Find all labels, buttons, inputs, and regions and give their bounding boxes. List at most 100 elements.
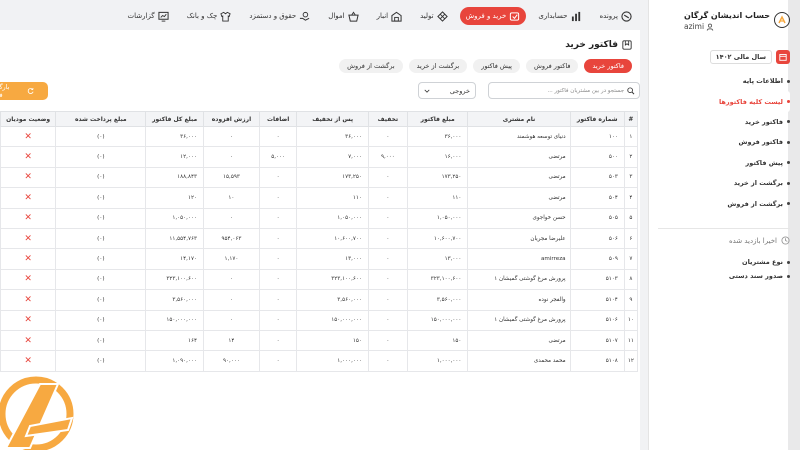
invoice-table-container[interactable]: # شماره فاکتور نام مشتری مبلغ فاکتور تخفیف پس… (0, 111, 638, 401)
table-row[interactable]: ۷ ۵۰۹ amirreza ۱۳,۰۰۰ ۰ ۱۳,۰۰۰ ۰ ۱,۱۷۰ ۱۴,۱۷۰ (۰)… (0, 248, 638, 270)
vat-cell: ۹۰,۰۰۰ (202, 350, 260, 372)
invoice-total-cell: ۳,۵۶۰,۰۰۰ (145, 289, 204, 311)
column-header[interactable]: پس از تخفیف (296, 111, 369, 127)
tab-proforma[interactable]: پیش فاکتور (473, 59, 520, 73)
invoice-number-cell: ۵۱۰۷ (569, 329, 625, 352)
sidebar-item[interactable]: پیش فاکتور (658, 153, 790, 173)
invoice-total-cell: ۳۲۳,۱۰۰,۶۰۰ (145, 268, 204, 291)
sidebar-item[interactable]: برگشت از خرید (658, 173, 790, 193)
table-row[interactable]: ۴ ۵۰۴ مرتضی ۱۱۰ ۰ ۱۱۰ ۰ ۱۰ ۱۲۰ (۰) ✕ (0, 187, 638, 209)
close-icon[interactable]: ✕ (24, 254, 32, 264)
column-header[interactable]: مبلغ کل فاکتور (145, 111, 204, 127)
paid-amount-cell: (۰) (55, 187, 147, 209)
invoice-number-cell: ۵۱۰۶ (569, 309, 625, 331)
sidebar-menu: اطلاعات پایه لیست کلیه فاکتورها فاکتور خری… (658, 71, 790, 214)
column-header[interactable]: وضعیت مودیان (0, 111, 57, 127)
reload-invoice-button[interactable]: بارگذاری فاکتور (0, 82, 48, 100)
close-icon[interactable]: ✕ (24, 234, 32, 244)
close-icon[interactable]: ✕ (24, 295, 32, 305)
nav-label: پرونده (599, 12, 618, 20)
additions-cell: ۰ (258, 289, 298, 311)
sidebar-item[interactable]: فاکتور فروش (658, 132, 790, 152)
row-index-cell: ۱۰ (623, 309, 638, 331)
sidebar-item[interactable]: اطلاعات پایه (658, 71, 790, 91)
nav-item-accounting[interactable]: حسابداری (532, 7, 587, 25)
column-header[interactable]: تخفیف (367, 111, 408, 127)
right-sidebar: حساب اندیشان گرگان azimi سال مالی ۱۴۰۲ ا… (648, 0, 800, 450)
close-icon[interactable]: ✕ (24, 274, 32, 284)
sidebar-item[interactable]: لیست کلیه فاکتورها (658, 91, 790, 112)
customer-name-cell: پرورش مرغ گوشتی گمیشان ۱ (467, 309, 571, 331)
tab-purchase-invoice[interactable]: فاکتور خرید (584, 59, 632, 73)
fiscal-year-selector[interactable]: سال مالی ۱۴۰۲ (709, 50, 790, 64)
taxpayer-status-cell: ✕ (0, 207, 57, 229)
invoice-total-cell: ۱۲۰ (145, 187, 204, 209)
table-row[interactable]: ۲ ۵۰۰ مرتضی ۱۶,۰۰۰ ۹,۰۰۰ ۷,۰۰۰ ۵,۰۰۰ ۰ ۱۲,۰۰۰ (۰)… (0, 146, 638, 168)
nav-item-sales[interactable]: خرید و فروش (459, 7, 527, 25)
brand: حساب اندیشان گرگان azimi (684, 11, 790, 31)
invoice-total-cell: ۱۸۸,۸۴۳ (145, 166, 204, 189)
close-icon[interactable]: ✕ (24, 193, 32, 203)
column-header[interactable]: ارزش افزوده (202, 111, 260, 127)
tab-sales-invoice[interactable]: فاکتور فروش (525, 59, 579, 73)
column-header[interactable]: اضافات (258, 111, 298, 127)
close-icon[interactable]: ✕ (24, 132, 32, 142)
table-row[interactable]: ۱۰ ۵۱۰۶ پرورش مرغ گوشتی گمیشان ۱ ۱۵۰,۰۰۰,۰۰… (0, 309, 638, 331)
table-row[interactable]: ۵ ۵۰۵ حسن خواجوی ۱,۰۵۰,۰۰۰ ۰ ۱,۰۵۰,۰۰۰ ۰ ۰ ۱,۰۵۰… (0, 207, 638, 229)
taxpayer-status-cell: ✕ (0, 248, 57, 270)
column-header[interactable]: شماره فاکتور (569, 111, 625, 127)
nav-item-production[interactable]: تولید (414, 7, 453, 25)
current-user[interactable]: azimi (684, 22, 770, 31)
recent-item[interactable]: صدور سند دستی (729, 269, 790, 283)
tab-purchase-return[interactable]: برگشت از خرید (408, 59, 468, 73)
nav-item-warehouse[interactable]: انبار (371, 7, 409, 25)
invoice-amount-cell: ۱۷۳,۲۵۰ (406, 166, 469, 189)
brand-name: حساب اندیشان گرگان (684, 11, 770, 20)
discount-cell: ۹,۰۰۰ (367, 146, 408, 168)
close-icon[interactable]: ✕ (24, 356, 32, 366)
invoice-amount-cell: ۱۶,۰۰۰ (406, 146, 469, 168)
after-discount-cell: ۱,۰۰۰,۰۰۰ (296, 350, 369, 372)
nav-item-assets[interactable]: اموال (322, 7, 364, 25)
export-dropdown[interactable]: خروجی (418, 82, 476, 99)
taxpayer-status-cell: ✕ (0, 268, 57, 291)
close-icon[interactable]: ✕ (24, 172, 32, 182)
close-icon[interactable]: ✕ (24, 315, 32, 325)
table-row[interactable]: ۱ ۱۰۰ دنیای توسعه هوشمند ۳۶,۰۰۰ ۰ ۳۶,۰۰۰ ۰ ۰ ۳۶,… (0, 125, 638, 148)
close-icon[interactable]: ✕ (24, 213, 32, 223)
invoice-amount-cell: ۱۵۰ (406, 329, 469, 352)
search-input[interactable] (493, 87, 625, 94)
nav-item-file[interactable]: پرونده (594, 7, 638, 25)
column-header[interactable]: مبلغ پرداخت شده (55, 111, 147, 127)
nav-item-bank[interactable]: چک و بانک (181, 7, 238, 25)
table-row[interactable]: ۹ ۵۱۰۴ والفجر نوده ۳,۵۶۰,۰۰۰ ۰ ۳,۵۶۰,۰۰۰ ۰ ۰ ۳,۵… (0, 289, 638, 311)
nav-item-reports[interactable]: گزارشات (122, 7, 175, 25)
invoice-number-cell: ۵۰۵ (569, 207, 625, 229)
customer-name-cell: مرتضی (467, 146, 571, 168)
table-row[interactable]: ۱۱ ۵۱۰۷ مرتضی ۱۵۰ ۰ ۱۵۰ ۰ ۱۴ ۱۶۴ (۰) ✕ (0, 329, 638, 352)
invoice-table: # شماره فاکتور نام مشتری مبلغ فاکتور تخفیف پس… (0, 111, 638, 372)
column-header[interactable]: مبلغ فاکتور (406, 111, 469, 127)
tab-sales-return[interactable]: برگشت از فروش (339, 59, 403, 73)
sidebar-item-label: فاکتور خرید (744, 117, 783, 126)
table-row[interactable]: ۳ ۵۰۳ مرتضی ۱۷۳,۲۵۰ ۰ ۱۷۳,۲۵۰ ۰ ۱۵,۵۹۳ ۱۸۸,۸۴۳ (۰… (0, 166, 638, 189)
invoice-number-cell: ۵۰۶ (569, 227, 625, 250)
sidebar-item[interactable]: برگشت از فروش (658, 193, 790, 213)
toolbar: خروجی بارگذاری فاکتور (0, 82, 640, 100)
sidebar-item[interactable]: فاکتور خرید (658, 112, 790, 132)
recent-item[interactable]: نوع مشتریان (729, 255, 790, 269)
search-box[interactable] (488, 82, 640, 99)
close-icon[interactable]: ✕ (24, 152, 32, 162)
additions-cell: ۰ (258, 329, 298, 352)
nav-item-payroll[interactable]: حقوق و دستمزد (243, 7, 316, 25)
customer-name-cell: دنیای توسعه هوشمند (467, 125, 571, 148)
column-header[interactable]: # (623, 111, 638, 127)
table-row[interactable]: ۸ ۵۱۰۳ پرورش مرغ گوشتی گمیشان ۱ ۳۲۳,۱۰۰,۶۰۰… (0, 268, 638, 291)
column-header[interactable]: نام مشتری (467, 111, 571, 127)
table-row[interactable]: ۱۲ ۵۱۰۸ محمد محمدی ۱,۰۰۰,۰۰۰ ۰ ۱,۰۰۰,۰۰۰ ۰ ۹۰,۰… (0, 350, 638, 372)
close-icon[interactable]: ✕ (24, 336, 32, 346)
after-discount-cell: ۱۷۳,۲۵۰ (296, 166, 369, 189)
recent-item-label: صدور سند دستی (728, 272, 783, 280)
table-row[interactable]: ۶ ۵۰۶ علیرضا مجریان ۱۰,۶۰۰,۷۰۰ ۰ ۱۰,۶۰۰,۷۰۰ ۰ ۹… (0, 227, 638, 250)
discount-cell: ۰ (367, 329, 408, 352)
